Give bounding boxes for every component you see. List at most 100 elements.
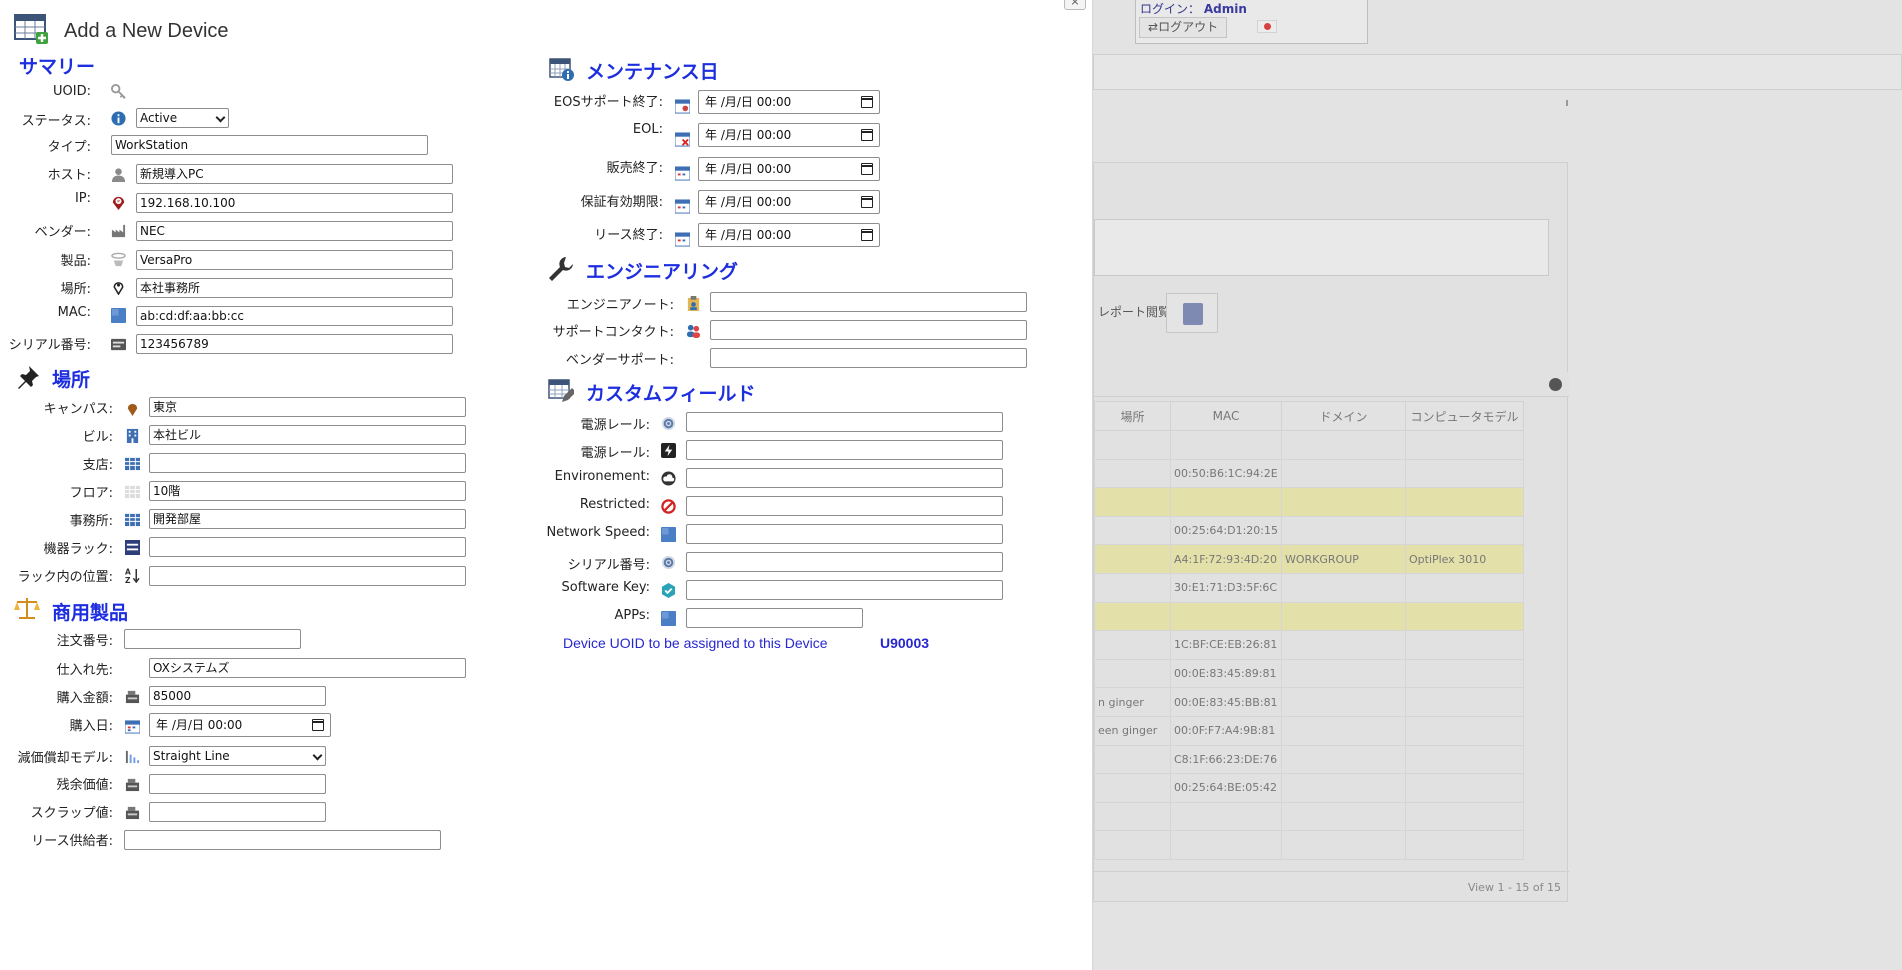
network-speed-input[interactable] bbox=[686, 524, 1003, 544]
eol-date-input[interactable]: 年 /月/日 00:00 bbox=[698, 123, 880, 147]
col-mac[interactable]: MAC bbox=[1170, 401, 1282, 431]
table-row[interactable]: A4:1F:72:93:4D:20 WORKGROUP OptiPlex 3010 bbox=[1094, 544, 1524, 574]
table-row[interactable]: 00:25:64:BE:05:42 bbox=[1094, 773, 1524, 803]
depreciation-select[interactable]: Straight Line bbox=[149, 746, 326, 766]
cell-domain bbox=[1280, 487, 1406, 517]
grid-footer: View 1 - 15 of 15 bbox=[1094, 871, 1569, 903]
eos-date-input[interactable]: 年 /月/日 00:00 bbox=[698, 90, 880, 114]
chevron-down-icon bbox=[215, 112, 226, 123]
type-input[interactable]: WorkStation bbox=[111, 135, 428, 155]
cell-mac: 1C:BF:CE:EB:26:81 bbox=[1170, 630, 1282, 660]
panel-textbox[interactable] bbox=[1094, 219, 1549, 276]
power-rail-2-input[interactable] bbox=[686, 440, 1003, 460]
cell-mac bbox=[1170, 601, 1282, 632]
scrap-input[interactable] bbox=[149, 802, 326, 822]
shield-check-icon bbox=[661, 583, 676, 598]
calendar-picker-icon[interactable] bbox=[861, 229, 873, 241]
calendar-picker-icon[interactable] bbox=[861, 96, 873, 108]
apps-input[interactable] bbox=[686, 608, 863, 628]
cell-place bbox=[1094, 773, 1171, 803]
end-of-sale-label: 販売終了: bbox=[606, 161, 663, 176]
calendar-picker-icon[interactable] bbox=[861, 163, 873, 175]
login-user: Admin bbox=[1203, 2, 1247, 16]
support-contact-input[interactable] bbox=[710, 320, 1027, 340]
report-button[interactable] bbox=[1166, 293, 1218, 333]
cell-place: n ginger bbox=[1094, 687, 1171, 717]
cell-model bbox=[1404, 744, 1524, 775]
supplier-input[interactable]: OXシステムズ bbox=[149, 658, 466, 678]
cell-mac: 00:50:B6:1C:94:2E bbox=[1170, 458, 1282, 489]
warranty-date-input[interactable]: 年 /月/日 00:00 bbox=[698, 190, 880, 214]
cell-model bbox=[1404, 515, 1524, 546]
end-of-sale-date-value: 年 /月/日 00:00 bbox=[705, 162, 792, 176]
close-button[interactable]: × bbox=[1064, 0, 1086, 10]
table-row[interactable]: 00:0E:83:45:89:81 bbox=[1094, 658, 1524, 689]
cell-model bbox=[1404, 830, 1524, 860]
gear-icon bbox=[661, 555, 676, 570]
restricted-input[interactable] bbox=[686, 496, 1003, 516]
network-card-icon bbox=[661, 527, 676, 542]
calendar-picker-icon[interactable] bbox=[861, 196, 873, 208]
col-place[interactable]: 場所 bbox=[1094, 401, 1171, 431]
order-input[interactable] bbox=[124, 629, 301, 649]
calendar-picker-icon[interactable] bbox=[861, 129, 873, 141]
power-rail-1-input[interactable] bbox=[686, 412, 1003, 432]
table-row[interactable] bbox=[1094, 801, 1524, 832]
lessor-input[interactable] bbox=[124, 830, 441, 850]
cell-model bbox=[1404, 487, 1524, 517]
vendor-support-input[interactable] bbox=[710, 348, 1027, 368]
cell-model bbox=[1404, 687, 1524, 717]
cell-mac bbox=[1170, 830, 1282, 860]
table-row[interactable] bbox=[1094, 430, 1524, 460]
cell-mac: 00:0E:83:45:BB:81 bbox=[1170, 687, 1282, 717]
cell-mac bbox=[1170, 487, 1282, 517]
table-row[interactable]: C8:1F:66:23:DE:76 bbox=[1094, 744, 1524, 775]
cell-mac bbox=[1170, 430, 1282, 460]
cell-place bbox=[1094, 744, 1171, 775]
engineer-note-input[interactable] bbox=[710, 292, 1027, 312]
collapse-icon[interactable] bbox=[1549, 378, 1562, 391]
cell-place bbox=[1094, 630, 1171, 660]
cell-place bbox=[1094, 515, 1171, 546]
col-model[interactable]: コンピュータモデル bbox=[1404, 401, 1524, 431]
logout-button[interactable]: ⇄ログアウト bbox=[1139, 17, 1228, 38]
table-row[interactable] bbox=[1094, 601, 1524, 632]
calendar-picker-icon[interactable] bbox=[312, 719, 324, 731]
report-label: レポート閲覧 bbox=[1098, 305, 1171, 319]
japan-flag-icon[interactable] bbox=[1257, 20, 1277, 33]
purchase-date-input[interactable]: 年 /月/日 00:00 bbox=[149, 713, 331, 737]
lease-end-date-input[interactable]: 年 /月/日 00:00 bbox=[698, 223, 880, 247]
table-row[interactable]: 00:25:64:D1:20:15 bbox=[1094, 515, 1524, 546]
calendar-icon bbox=[675, 232, 690, 247]
product-icon bbox=[111, 252, 126, 267]
table-row[interactable] bbox=[1094, 487, 1524, 517]
table-row[interactable]: 00:50:B6:1C:94:2E bbox=[1094, 458, 1524, 489]
table-row[interactable] bbox=[1094, 830, 1524, 860]
custom-serial-input[interactable] bbox=[686, 552, 1003, 572]
cell-domain bbox=[1280, 744, 1406, 775]
lightning-icon bbox=[661, 443, 676, 458]
table-row[interactable]: 1C:BF:CE:EB:26:81 bbox=[1094, 630, 1524, 660]
cell-place bbox=[1094, 801, 1171, 832]
residual-input[interactable] bbox=[149, 774, 326, 794]
section-location: 場所 bbox=[52, 369, 91, 391]
end-of-sale-date-input[interactable]: 年 /月/日 00:00 bbox=[698, 157, 880, 181]
cell-domain bbox=[1280, 430, 1406, 460]
cell-model bbox=[1404, 715, 1524, 746]
cell-place bbox=[1094, 601, 1171, 632]
login-status: ログイン： Admin bbox=[1140, 0, 1247, 17]
software-key-input[interactable] bbox=[686, 580, 1003, 600]
col-domain[interactable]: ドメイン bbox=[1280, 401, 1406, 431]
environment-input[interactable] bbox=[686, 468, 1003, 488]
cell-mac: C8:1F:66:23:DE:76 bbox=[1170, 744, 1282, 775]
table-row[interactable]: 30:E1:71:D3:5F:6C bbox=[1094, 572, 1524, 603]
table-header-row: 場所 MAC ドメイン コンピュータモデル bbox=[1094, 401, 1524, 431]
table-row[interactable]: een ginger 00:0F:F7:A4:9B:81 bbox=[1094, 715, 1524, 746]
product-input[interactable]: VersaPro bbox=[136, 250, 453, 270]
dialog-title: Add a New Device bbox=[64, 20, 229, 42]
bar-chart-icon bbox=[125, 750, 140, 764]
grid-header bbox=[1094, 372, 1569, 397]
table-row[interactable]: n ginger 00:0E:83:45:BB:81 bbox=[1094, 687, 1524, 717]
price-input[interactable]: 85000 bbox=[149, 686, 326, 706]
calendar-icon bbox=[675, 199, 690, 214]
